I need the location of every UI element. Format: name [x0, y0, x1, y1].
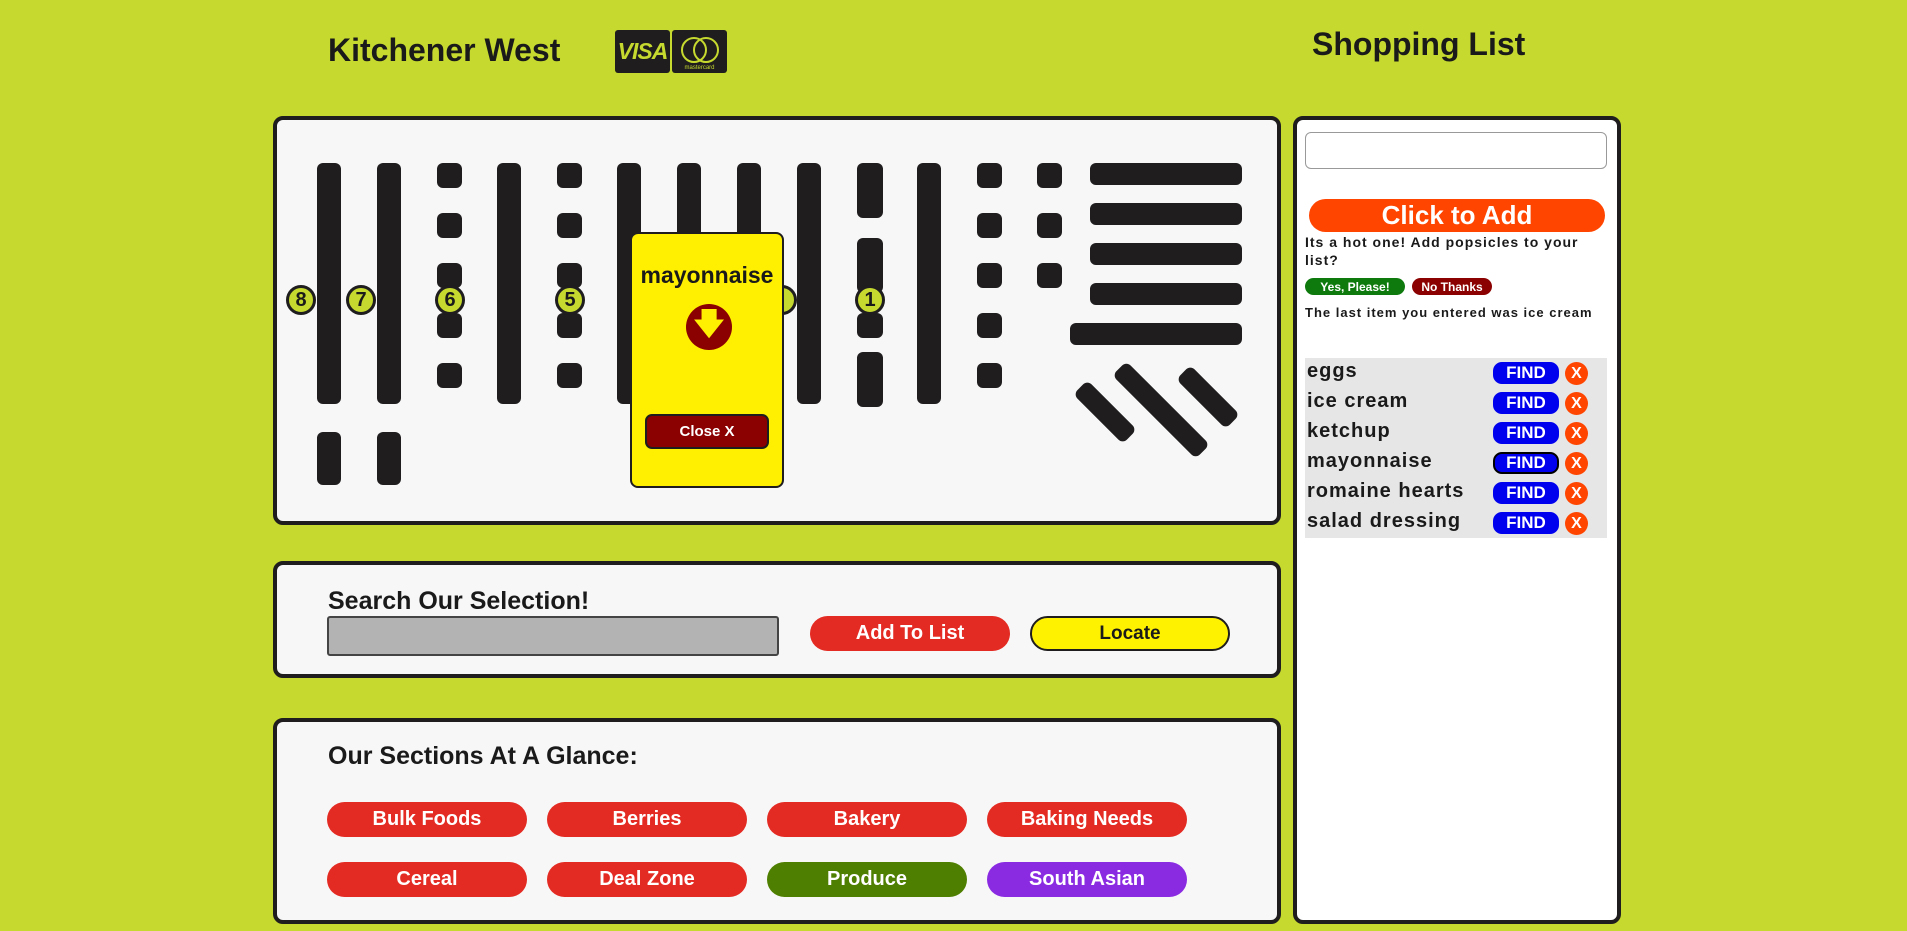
item-location-popup: mayonnaise 🡇 Close X	[630, 232, 784, 488]
shelf	[917, 163, 941, 404]
bin	[437, 313, 462, 338]
shelf	[1090, 243, 1242, 265]
list-item-name: ice cream	[1307, 390, 1409, 412]
section-baking-needs-button[interactable]: Baking Needs	[987, 802, 1187, 837]
down-arrow-icon: 🡇	[686, 304, 732, 350]
locate-button[interactable]: Locate	[1030, 616, 1230, 651]
list-item: mayonnaise FIND X	[1307, 448, 1607, 478]
aisle-number-7[interactable]: 7	[346, 285, 376, 315]
list-item-name: mayonnaise	[1307, 450, 1433, 472]
store-name: Kitchener West	[328, 32, 561, 68]
bin	[1037, 263, 1062, 288]
remove-item-button[interactable]: X	[1565, 392, 1588, 415]
aisle-number-6[interactable]: 6	[435, 285, 465, 315]
bin	[977, 263, 1002, 288]
list-item: ice cream FIND X	[1307, 388, 1607, 418]
shelf	[377, 163, 401, 404]
bin	[557, 363, 582, 388]
bin	[977, 213, 1002, 238]
list-item: romaine hearts FIND X	[1307, 478, 1607, 508]
find-button[interactable]: FIND	[1493, 362, 1559, 384]
section-bulk-foods-button[interactable]: Bulk Foods	[327, 802, 527, 837]
find-button[interactable]: FIND	[1493, 512, 1559, 534]
bin	[857, 352, 883, 407]
add-to-list-button[interactable]: Add To List	[810, 616, 1010, 651]
remove-item-button[interactable]: X	[1565, 362, 1588, 385]
bin	[977, 313, 1002, 338]
aisle-number-5[interactable]: 5	[555, 285, 585, 315]
shopping-list-items: eggs FIND X ice cream FIND X ketchup FIN…	[1305, 358, 1607, 538]
list-item-input[interactable]	[1305, 132, 1607, 169]
click-to-add-button[interactable]: Click to Add	[1309, 199, 1605, 232]
shelf	[1090, 283, 1242, 305]
section-south-asian-button[interactable]: South Asian	[987, 862, 1187, 897]
list-item-name: eggs	[1307, 360, 1358, 382]
remove-item-button[interactable]: X	[1565, 452, 1588, 475]
promo-message: Its a hot one! Add popsicles to your lis…	[1305, 234, 1579, 268]
section-bakery-button[interactable]: Bakery	[767, 802, 967, 837]
section-berries-button[interactable]: Berries	[547, 802, 747, 837]
list-item-name: ketchup	[1307, 420, 1391, 442]
remove-item-button[interactable]: X	[1565, 512, 1588, 535]
find-button[interactable]: FIND	[1493, 452, 1559, 474]
shelf	[797, 163, 821, 404]
list-item: eggs FIND X	[1307, 358, 1607, 388]
remove-item-button[interactable]: X	[1565, 482, 1588, 505]
shelf	[1070, 323, 1242, 345]
shelf	[317, 432, 341, 485]
find-button[interactable]: FIND	[1493, 482, 1559, 504]
bin	[1037, 163, 1062, 188]
list-item-name: salad dressing	[1307, 510, 1462, 532]
section-deal-zone-button[interactable]: Deal Zone	[547, 862, 747, 897]
bin	[977, 363, 1002, 388]
bin	[857, 313, 883, 338]
last-item-message: The last item you entered was ice cream	[1305, 305, 1593, 320]
promo-no-button[interactable]: No Thanks	[1412, 278, 1492, 295]
list-item: salad dressing FIND X	[1307, 508, 1607, 538]
shelf	[377, 432, 401, 485]
search-input[interactable]	[327, 616, 779, 656]
mastercard-logo-icon: mastercard	[672, 30, 727, 73]
shelf	[1090, 203, 1242, 225]
section-cereal-button[interactable]: Cereal	[327, 862, 527, 897]
bin	[437, 213, 462, 238]
list-item-name: romaine hearts	[1307, 480, 1465, 502]
bin	[437, 163, 462, 188]
remove-item-button[interactable]: X	[1565, 422, 1588, 445]
promo-yes-button[interactable]: Yes, Please!	[1305, 278, 1405, 295]
bin	[557, 163, 582, 188]
aisle-number-1[interactable]: 1	[855, 285, 885, 315]
find-button[interactable]: FIND	[1493, 392, 1559, 414]
visa-logo-text: VISA	[617, 38, 669, 64]
popup-close-button[interactable]: Close X	[645, 414, 769, 449]
shopping-list-title: Shopping List	[1312, 26, 1526, 62]
sections-heading: Our Sections At A Glance:	[328, 742, 638, 770]
bin	[557, 313, 582, 338]
visa-logo-icon: VISA	[615, 30, 670, 73]
shelf	[317, 163, 341, 404]
bin	[437, 363, 462, 388]
list-item: ketchup FIND X	[1307, 418, 1607, 448]
shelf	[1176, 365, 1240, 429]
mastercard-logo-text: mastercard	[684, 65, 715, 71]
bin	[557, 213, 582, 238]
search-heading: Search Our Selection!	[328, 587, 590, 615]
shelf	[497, 163, 521, 404]
section-produce-button[interactable]: Produce	[767, 862, 967, 897]
aisle-number-8[interactable]: 8	[286, 285, 316, 315]
popup-item-name: mayonnaise	[640, 262, 774, 288]
shelf	[1090, 163, 1242, 185]
bin	[857, 163, 883, 218]
find-button[interactable]: FIND	[1493, 422, 1559, 444]
bin	[1037, 213, 1062, 238]
bin	[977, 163, 1002, 188]
